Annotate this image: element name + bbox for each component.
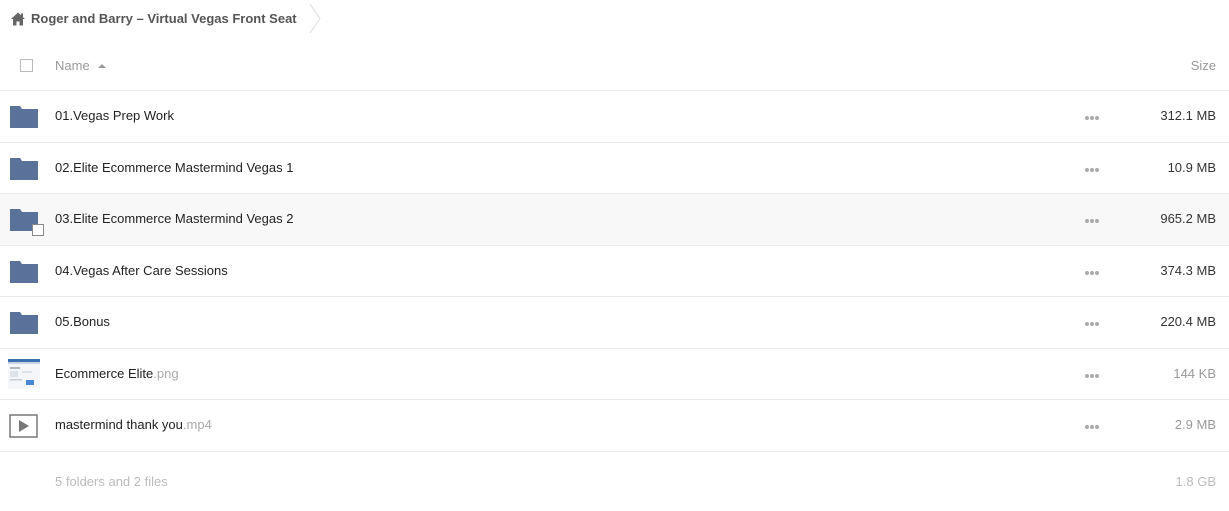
- breadcrumb-separator-icon: [309, 3, 321, 34]
- more-options-icon[interactable]: [1084, 218, 1100, 224]
- row-select-checkbox[interactable]: [32, 224, 44, 236]
- item-name[interactable]: mastermind thank you.mp4: [55, 417, 212, 432]
- item-name[interactable]: 02.Elite Ecommerce Mastermind Vegas 1: [55, 160, 293, 175]
- folder-file-summary: 5 folders and 2 files: [55, 474, 168, 489]
- list-item[interactable]: Ecommerce Elite.png 144 KB: [0, 349, 1229, 400]
- home-icon: [11, 12, 25, 25]
- breadcrumb-home[interactable]: Roger and Barry – Virtual Vegas Front Se…: [0, 0, 297, 37]
- list-item[interactable]: 03.Elite Ecommerce Mastermind Vegas 2 96…: [0, 194, 1229, 246]
- folder-icon: [10, 106, 38, 128]
- item-name[interactable]: 04.Vegas After Care Sessions: [55, 263, 228, 278]
- more-options-icon[interactable]: [1084, 270, 1100, 276]
- list-item[interactable]: mastermind thank you.mp4 2.9 MB: [0, 400, 1229, 452]
- item-size: 2.9 MB: [1174, 417, 1216, 432]
- list-item[interactable]: 01.Vegas Prep Work 312.1 MB: [0, 91, 1229, 143]
- more-options-icon[interactable]: [1084, 321, 1100, 327]
- item-size: 144 KB: [1173, 365, 1216, 381]
- more-options-icon[interactable]: [1084, 167, 1100, 173]
- sort-ascending-icon: [97, 63, 106, 68]
- item-size: 10.9 MB: [1167, 159, 1216, 175]
- name-column-label: Name: [55, 58, 90, 73]
- select-all-checkbox[interactable]: [20, 59, 33, 72]
- item-size: 220.4 MB: [1160, 314, 1216, 329]
- list-header: Name Size: [0, 40, 1229, 91]
- item-name[interactable]: 01.Vegas Prep Work: [55, 108, 174, 123]
- list-item[interactable]: 05.Bonus 220.4 MB: [0, 297, 1229, 349]
- video-play-icon: [9, 414, 38, 438]
- item-name[interactable]: Ecommerce Elite.png: [55, 366, 179, 381]
- more-options-icon[interactable]: [1084, 115, 1100, 121]
- list-item[interactable]: 04.Vegas After Care Sessions 374.3 MB: [0, 246, 1229, 297]
- item-size: 312.1 MB: [1160, 108, 1216, 123]
- folder-icon: [10, 157, 38, 180]
- size-column-label[interactable]: Size: [1191, 58, 1216, 73]
- folder-icon: [10, 260, 38, 283]
- total-size: 1.8 GB: [1175, 474, 1216, 489]
- item-size: 374.3 MB: [1160, 262, 1216, 278]
- sort-by-name[interactable]: Name: [55, 58, 106, 73]
- item-name[interactable]: 03.Elite Ecommerce Mastermind Vegas 2: [55, 211, 293, 226]
- more-options-icon[interactable]: [1084, 424, 1100, 430]
- file-list: 01.Vegas Prep Work 312.1 MB 02.Elite Eco…: [0, 91, 1229, 452]
- folder-icon: [10, 312, 38, 334]
- breadcrumb-title[interactable]: Roger and Barry – Virtual Vegas Front Se…: [31, 11, 297, 26]
- image-thumbnail: [8, 358, 40, 389]
- breadcrumb: Roger and Barry – Virtual Vegas Front Se…: [0, 0, 340, 37]
- item-size: 965.2 MB: [1160, 211, 1216, 226]
- item-name[interactable]: 05.Bonus: [55, 314, 110, 329]
- list-footer: 5 folders and 2 files 1.8 GB: [0, 470, 1229, 494]
- list-item[interactable]: 02.Elite Ecommerce Mastermind Vegas 1 10…: [0, 143, 1229, 194]
- more-options-icon[interactable]: [1084, 373, 1100, 379]
